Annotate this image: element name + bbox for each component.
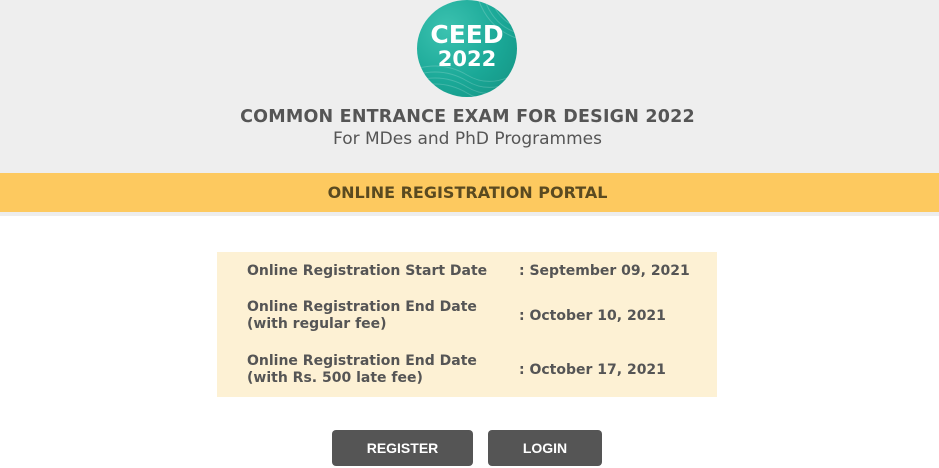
date-label-subline: (with Rs. 500 late fee) [247, 370, 423, 386]
important-dates-panel: Online Registration Start Date : Septemb… [217, 252, 717, 397]
date-value: : September 09, 2021 [519, 263, 690, 279]
date-label-subline: (with regular fee) [247, 316, 387, 332]
page-title: COMMON ENTRANCE EXAM FOR DESIGN 2022 [240, 107, 695, 127]
date-value: : October 10, 2021 [519, 308, 666, 324]
register-button[interactable]: REGISTER [332, 430, 473, 466]
login-button[interactable]: LOGIN [488, 430, 602, 466]
logo-text-year: 2022 [437, 47, 497, 71]
portal-banner-title: ONLINE REGISTRATION PORTAL [327, 183, 608, 202]
portal-banner: ONLINE REGISTRATION PORTAL [0, 173, 939, 216]
page-subtitle: For MDes and PhD Programmes [333, 129, 602, 149]
date-label: Online Registration End Date (with regul… [247, 299, 477, 333]
date-label-line: Online Registration End Date [247, 299, 477, 315]
date-label-line: Online Registration End Date [247, 353, 477, 369]
date-label: Online Registration Start Date [247, 263, 487, 280]
date-label-line: Online Registration Start Date [247, 263, 488, 279]
page-header: CEED 2022 COMMON ENTRANCE EXAM FOR DESIG… [0, 0, 939, 173]
date-value: : October 17, 2021 [519, 362, 666, 378]
logo-text-ceed: CEED [430, 20, 504, 49]
date-label: Online Registration End Date (with Rs. 5… [247, 353, 477, 387]
ceed-logo: CEED 2022 [417, 0, 517, 97]
